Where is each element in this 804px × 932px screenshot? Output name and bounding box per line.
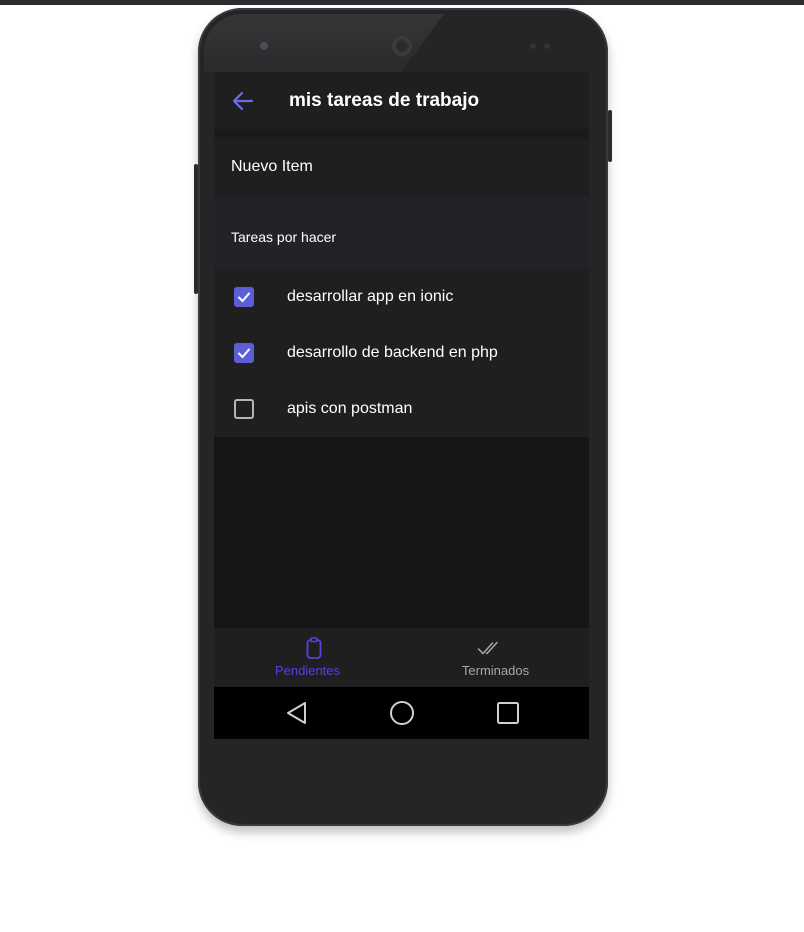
app-screen: mis tareas de trabajo Nuevo Item Tareas … <box>214 72 589 739</box>
front-camera-icon <box>260 42 268 50</box>
divider <box>214 129 589 139</box>
new-item-label[interactable]: Nuevo Item <box>231 158 313 176</box>
new-item-row[interactable]: Nuevo Item <box>214 139 589 196</box>
list-item[interactable]: desarrollar app en ionic <box>214 269 589 325</box>
checkbox-checked[interactable] <box>234 287 254 307</box>
toolbar: mis tareas de trabajo <box>214 72 589 129</box>
nav-recents-icon[interactable] <box>495 700 521 726</box>
checkbox-unchecked[interactable] <box>234 399 254 419</box>
tab-terminados[interactable]: Terminados <box>402 628 589 687</box>
sensor-icon <box>530 43 536 49</box>
tab-bar: Pendientes Terminados <box>214 628 589 687</box>
tab-label: Terminados <box>461 663 530 678</box>
browser-top-strip <box>0 0 804 5</box>
nav-home-icon[interactable] <box>389 700 415 726</box>
back-arrow-icon[interactable] <box>232 90 254 112</box>
task-list: desarrollar app en ionic desarrollo de b… <box>214 269 589 437</box>
list-item-label: apis con postman <box>287 400 413 417</box>
list-header: Tareas por hacer <box>214 196 589 269</box>
list-item-label: desarrollo de backend en php <box>287 344 498 361</box>
android-nav-bar <box>214 687 589 739</box>
nav-back-icon[interactable] <box>285 700 311 726</box>
done-all-icon <box>477 636 501 660</box>
tab-pendientes[interactable]: Pendientes <box>214 628 401 687</box>
list-header-label: Tareas por hacer <box>231 229 337 245</box>
page-title: mis tareas de trabajo <box>289 90 480 111</box>
sensor-icon <box>544 43 550 49</box>
checkbox-checked[interactable] <box>234 343 254 363</box>
list-item[interactable]: desarrollo de backend en php <box>214 325 589 381</box>
volume-button <box>194 164 198 294</box>
tab-label: Pendientes <box>274 663 341 678</box>
speaker-grille-icon <box>392 36 412 56</box>
list-item[interactable]: apis con postman <box>214 381 589 437</box>
clipboard-icon <box>302 636 326 660</box>
power-button <box>608 110 612 162</box>
list-item-label: desarrollar app en ionic <box>287 288 454 305</box>
